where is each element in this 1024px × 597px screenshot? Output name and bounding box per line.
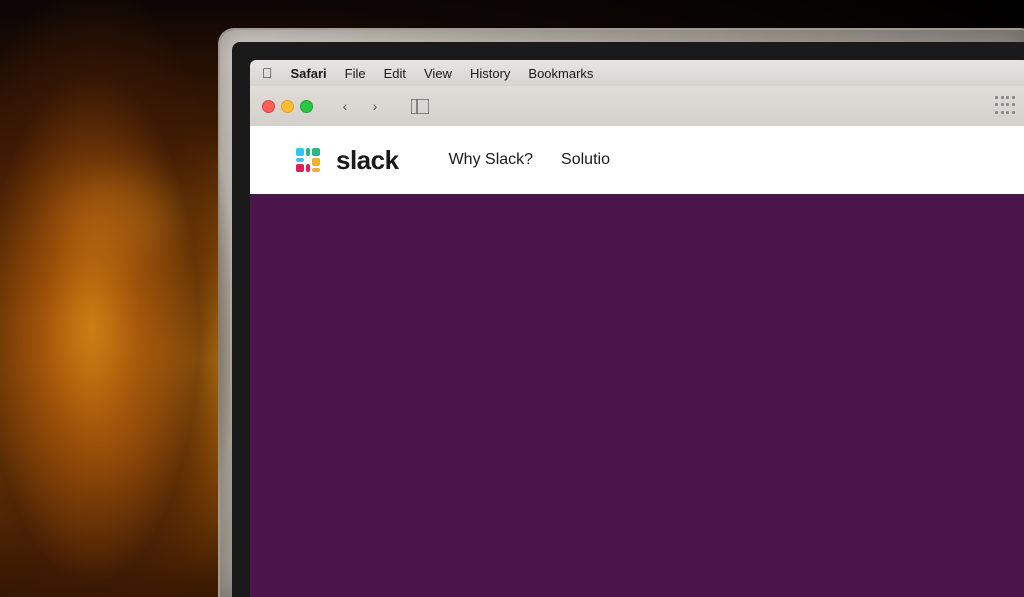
slack-navbar: slack Why Slack? Solutio <box>250 126 1024 194</box>
menubar-file[interactable]: File <box>345 66 366 81</box>
grid-dot <box>1006 111 1009 114</box>
slack-nav-links: Why Slack? Solutio <box>449 151 610 169</box>
sidebar-icon <box>411 99 429 114</box>
browser-chrome: ‹ › <box>250 86 1024 126</box>
grid-icon-container <box>995 96 1015 116</box>
minimize-button[interactable] <box>281 100 294 113</box>
close-button[interactable] <box>262 100 275 113</box>
grid-dot <box>1012 96 1015 99</box>
grid-dot <box>1012 111 1015 114</box>
grid-dot <box>1012 103 1015 106</box>
menubar-view[interactable]: View <box>424 66 452 81</box>
traffic-lights <box>262 100 313 113</box>
menubar-edit[interactable]: Edit <box>384 66 406 81</box>
grid-dot <box>995 96 998 99</box>
apple-icon[interactable]:  <box>262 65 273 81</box>
grid-dot <box>995 103 998 106</box>
bokeh-spot-3 <box>80 400 150 460</box>
menubar-bookmarks[interactable]: Bookmarks <box>528 66 593 81</box>
back-button[interactable]: ‹ <box>331 95 359 117</box>
bokeh-spot-1 <box>60 180 180 260</box>
grid-dot <box>1001 103 1004 106</box>
maximize-button[interactable] <box>300 100 313 113</box>
slack-hero <box>250 194 1024 597</box>
scene:  Safari File Edit View History Bookmark… <box>0 0 1024 597</box>
menubar-safari[interactable]: Safari <box>291 66 327 81</box>
screen-border:  Safari File Edit View History Bookmark… <box>232 42 1024 597</box>
slack-nav-why[interactable]: Why Slack? <box>449 151 533 169</box>
grid-dot <box>1001 111 1004 114</box>
bokeh-spot-2 <box>30 300 120 390</box>
laptop-bezel:  Safari File Edit View History Bookmark… <box>220 30 1024 597</box>
back-icon: ‹ <box>343 98 348 114</box>
grid-icon[interactable] <box>995 96 1015 116</box>
forward-icon: › <box>373 98 378 114</box>
slack-logo[interactable]: slack <box>290 142 399 178</box>
slack-logo-icon <box>290 142 326 178</box>
menubar-history[interactable]: History <box>470 66 510 81</box>
slack-wordmark: slack <box>336 145 399 176</box>
browser-content: slack Why Slack? Solutio <box>250 126 1024 597</box>
nav-buttons: ‹ › <box>331 95 389 117</box>
menubar:  Safari File Edit View History Bookmark… <box>250 60 1024 86</box>
grid-dot <box>1001 96 1004 99</box>
slack-nav-solutions[interactable]: Solutio <box>561 151 610 169</box>
grid-dot <box>995 111 998 114</box>
forward-button[interactable]: › <box>361 95 389 117</box>
grid-dot <box>1006 96 1009 99</box>
sidebar-toggle-button[interactable] <box>405 95 435 117</box>
grid-dot <box>1006 103 1009 106</box>
